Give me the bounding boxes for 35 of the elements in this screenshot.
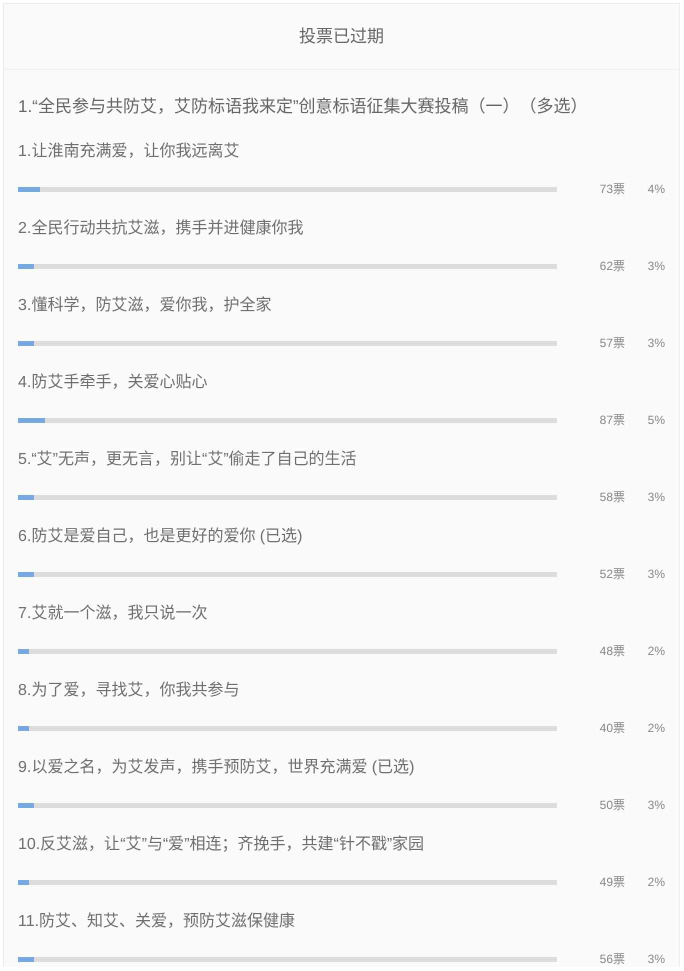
- option-label: 11.防艾、知艾、关爱，预防艾滋保健康: [18, 911, 296, 932]
- vote-percent: 3%: [646, 489, 665, 505]
- vote-percent: 2%: [646, 720, 665, 736]
- option-label: 10.反艾滋，让“艾”与“爱”相连；齐挽手，共建“针不戳”家园: [18, 834, 426, 855]
- vote-percent: 5%: [646, 412, 665, 428]
- vote-percent: 3%: [646, 951, 665, 967]
- option-label: 3.懂科学，防艾滋，爱你我，护全家: [18, 295, 272, 316]
- option-label: 1.让淮南充满爱，让你我远离艾: [18, 141, 240, 162]
- vote-count: 40票: [598, 720, 625, 736]
- vote-percent: 2%: [646, 643, 665, 659]
- option-label: 6.防艾是爱自己，也是更好的爱你 (已选): [18, 526, 304, 547]
- vote-count: 57票: [598, 335, 625, 351]
- vote-count: 62票: [598, 258, 625, 274]
- option-label: 7.艾就一个滋，我只说一次: [18, 604, 208, 624]
- vote-count: 87票: [598, 412, 625, 428]
- option-label: 9.以爱之名，为艾发声，携手预防艾，世界充满爱 (已选): [18, 757, 416, 778]
- vote-count: 50票: [598, 797, 625, 813]
- vote-percent: 3%: [646, 335, 665, 351]
- vote-percent: 4%: [646, 181, 665, 197]
- vote-count: 56票: [598, 951, 625, 967]
- option-label: 5.“艾”无声，更无言，别让“艾”偷走了自己的生活: [18, 449, 358, 470]
- vote-percent: 2%: [646, 874, 665, 890]
- vote-count: 52票: [598, 566, 625, 582]
- poll-status-title: 投票已过期: [299, 26, 384, 48]
- option-label: 8.为了爱，寻找艾，你我共参与: [18, 680, 240, 701]
- vote-percent: 3%: [646, 566, 665, 582]
- vote-count: 49票: [598, 874, 625, 890]
- vote-count: 48票: [598, 643, 625, 659]
- vote-count: 58票: [598, 489, 625, 505]
- vote-percent: 3%: [646, 258, 665, 274]
- option-label: 4.防艾手牵手，关爱心贴心: [18, 372, 208, 393]
- vote-percent: 3%: [646, 797, 665, 813]
- option-label: 2.全民行动共抗艾滋，携手并进健康你我: [18, 218, 304, 239]
- vote-count: 73票: [598, 181, 625, 197]
- question-title: 1.“全民参与共防艾，艾防标语我来定”创意标语征集大赛投稿（一）（多选）: [18, 96, 588, 118]
